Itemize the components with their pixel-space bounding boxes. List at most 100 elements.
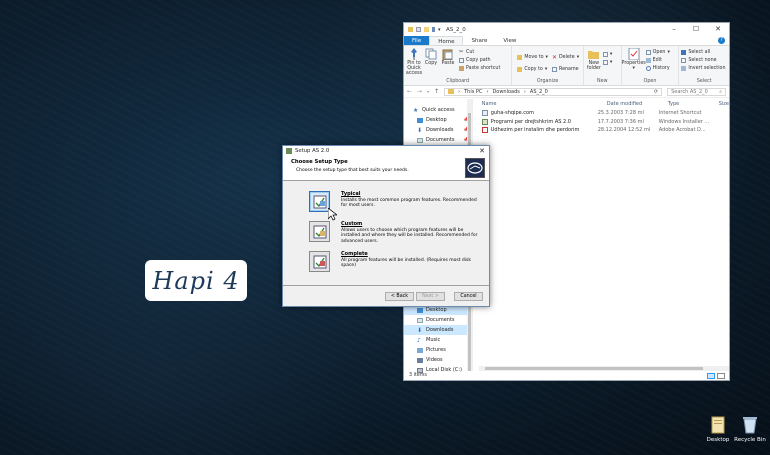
maximize-button[interactable]: ☐ [685, 23, 707, 36]
pdf-icon [481, 127, 488, 134]
nav-item-downloads-pc[interactable]: ⬇ Downloads [404, 325, 472, 335]
edit-button[interactable]: Edit [645, 56, 670, 64]
cancel-button[interactable]: Cancel [454, 291, 483, 301]
invert-selection-button[interactable]: Invert selection [681, 64, 727, 72]
nav-item-documents[interactable]: Documents 📌 [404, 135, 472, 145]
new-folder-button[interactable]: New folder [586, 48, 602, 71]
back-button[interactable]: < Back [385, 291, 414, 301]
recent-locations-icon[interactable]: ▾ [427, 89, 429, 94]
column-name[interactable]: Name [473, 101, 598, 107]
tab-home[interactable]: Home [429, 36, 464, 45]
select-all-icon [681, 49, 687, 55]
quick-access-toolbar: ▾ [408, 27, 442, 33]
breadcrumb-as-2-0[interactable]: AS_2_0 [530, 89, 548, 95]
cut-button[interactable]: ✂ Cut [459, 48, 500, 56]
nav-item-music[interactable]: ♪ Music [404, 335, 472, 345]
up-arrow-icon[interactable]: ↑ [434, 88, 439, 95]
scrollbar-thumb[interactable] [484, 367, 703, 370]
desktop-shortcut[interactable]: Desktop [703, 416, 733, 443]
ribbon-group-label: Clipboard [446, 79, 470, 84]
copy-path-button[interactable]: Copy path [459, 56, 500, 64]
rename-icon [551, 66, 557, 72]
delete-button[interactable]: ✕ Delete ▾ [552, 53, 579, 61]
scissors-icon: ✂ [459, 48, 464, 55]
easy-access-button[interactable]: ▾ [602, 58, 612, 66]
search-box[interactable]: Search AS_2_0 ⌕ [667, 87, 726, 96]
minimize-button[interactable]: – [663, 23, 685, 36]
chevron-down-icon[interactable]: ▾ [438, 27, 442, 33]
desktop-icon-label: Desktop [706, 437, 730, 443]
dialog-header: Choose Setup Type Choose the setup type … [283, 156, 489, 181]
recycle-bin-icon [742, 416, 758, 434]
history-button[interactable]: History [645, 64, 670, 72]
move-to-icon [517, 54, 523, 60]
dialog-close-button[interactable]: ✕ [475, 147, 489, 155]
file-row[interactable]: Udhezim per instalim dhe perdorim 28.12.… [473, 126, 729, 135]
recycle-bin-shortcut[interactable]: Recycle Bin [734, 416, 766, 443]
move-to-button[interactable]: Move to ▾ [517, 53, 548, 61]
desktop-folder-icon [710, 416, 726, 434]
paste-shortcut-button[interactable]: Paste shortcut [459, 64, 500, 72]
nav-item-downloads[interactable]: ⬇ Downloads 📌 [404, 125, 472, 135]
file-list: Name Date modified Type Size guha-shqipe… [472, 99, 729, 371]
step-label: Hapi 4 [145, 260, 247, 301]
tab-share[interactable]: Share [463, 36, 495, 45]
paste-button[interactable]: Paste [440, 48, 456, 76]
close-button[interactable]: ✕ [707, 23, 729, 36]
pushpin-icon [408, 48, 420, 60]
select-none-button[interactable]: Select none [681, 56, 727, 64]
large-icons-view-icon[interactable] [717, 372, 725, 379]
column-size[interactable]: Size [710, 101, 729, 107]
nav-item-quick-access[interactable]: ★ Quick access [404, 105, 472, 115]
copy-button[interactable]: Copy [423, 48, 439, 76]
back-arrow-icon[interactable]: ← [407, 88, 412, 95]
new-item-icon [602, 51, 608, 57]
open-button[interactable]: Open ▾ [645, 48, 670, 56]
help-icon[interactable]: ? [718, 37, 725, 44]
column-type[interactable]: Type [659, 101, 710, 107]
properties-button[interactable]: Properties ▾ [622, 47, 646, 72]
tab-file[interactable]: File [404, 36, 430, 45]
select-all-button[interactable]: Select all [681, 48, 727, 56]
typical-option-button[interactable] [309, 191, 330, 212]
pin-icon[interactable] [432, 27, 435, 32]
desktop-icon [417, 307, 423, 313]
copy-to-button[interactable]: Copy to ▾ [517, 65, 548, 73]
ribbon-group-clipboard: Pin to Quick access Copy Paste ✂ Cut Copy… [404, 46, 513, 85]
forward-arrow-icon[interactable]: → [417, 88, 422, 95]
details-view-icon[interactable] [707, 372, 715, 379]
next-button[interactable]: Next > [416, 291, 445, 301]
tab-view[interactable]: View [495, 36, 524, 45]
breadcrumb-downloads[interactable]: Downloads [492, 89, 519, 95]
ribbon: Pin to Quick access Copy Paste ✂ Cut Copy… [404, 46, 729, 86]
new-folder-icon[interactable] [424, 27, 429, 32]
nav-item-videos[interactable]: Videos [404, 355, 472, 365]
setup-typical-icon [313, 195, 326, 208]
column-date-modified[interactable]: Date modified [598, 101, 659, 107]
nav-item-pictures[interactable]: Pictures [404, 345, 472, 355]
nav-item-desktop[interactable]: Desktop 📌 [404, 115, 472, 125]
file-row[interactable]: guha-shqipe.com 25.3.2003 7:28 ml Intern… [473, 109, 729, 118]
column-headers: Name Date modified Type Size [472, 99, 729, 109]
setup-logo-icon [465, 158, 485, 178]
window-title: AS_2_0 [446, 26, 466, 33]
ribbon-group-label: Open [643, 79, 657, 84]
file-row[interactable]: Programi per drejtshkrim AS 2.0 17.7.200… [473, 118, 729, 127]
pin-quick-access-button[interactable]: Pin to Quick access [406, 48, 422, 76]
ribbon-group-open: Properties ▾ Open ▾ Edit History Open [622, 46, 680, 85]
pictures-icon [417, 347, 423, 353]
refresh-icon[interactable]: ⟳ [654, 89, 658, 95]
new-item-button[interactable]: ▾ [602, 50, 612, 58]
address-bar[interactable]: › This PC › Downloads › AS_2_0 ⟳ [444, 87, 663, 96]
typical-title: Typical [341, 191, 361, 197]
mouse-cursor-icon [327, 207, 339, 223]
music-note-icon: ♪ [417, 336, 421, 344]
nav-item-documents-pc[interactable]: Documents [404, 315, 472, 325]
recycle-bin-label: Recycle Bin [734, 437, 766, 443]
custom-option-button[interactable] [309, 221, 330, 242]
breadcrumb-this-pc[interactable]: This PC [464, 89, 482, 95]
properties-icon[interactable] [416, 27, 421, 32]
edit-icon [645, 57, 651, 63]
complete-option-button[interactable] [309, 251, 330, 272]
rename-button[interactable]: Rename [551, 65, 579, 73]
